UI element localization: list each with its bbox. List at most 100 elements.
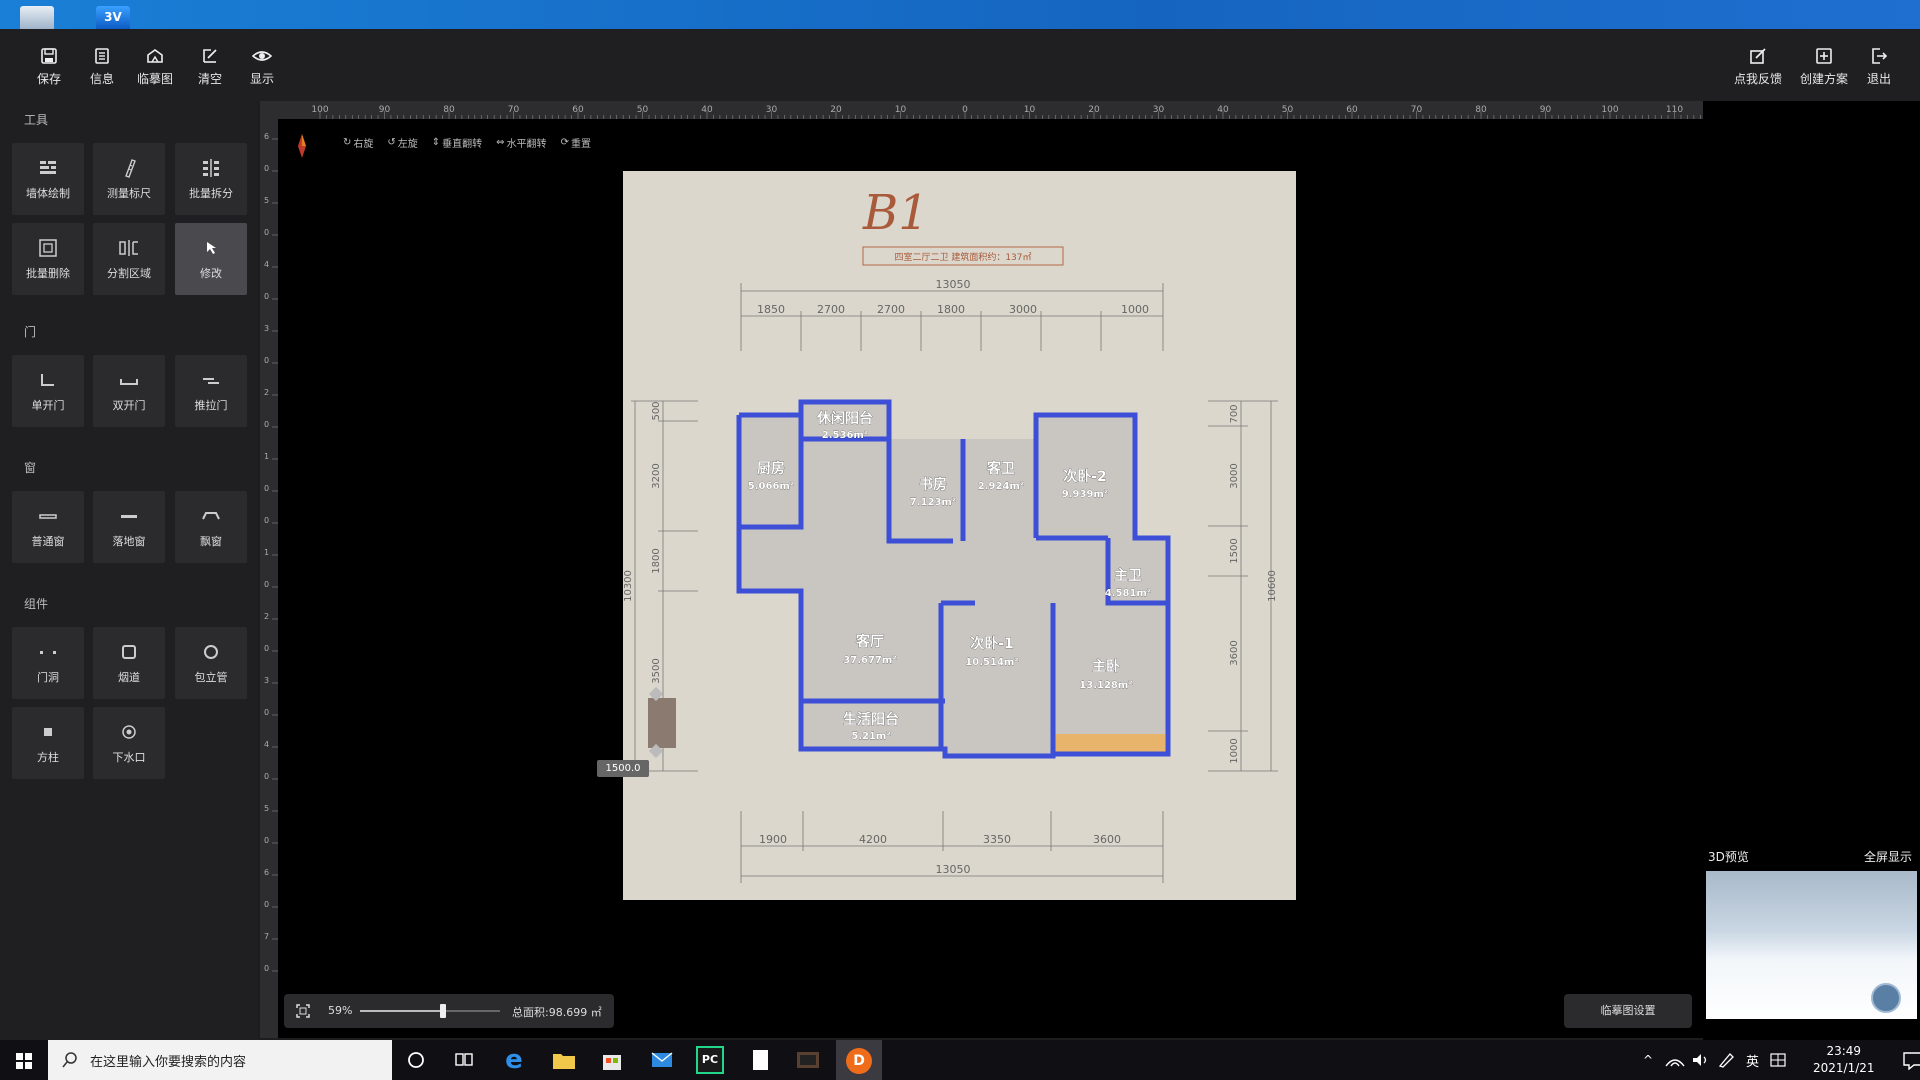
zoom-slider-thumb[interactable] (440, 1004, 446, 1018)
dim-top-3: 1800 (937, 303, 965, 316)
tool-sliding-door[interactable]: 推拉门 (175, 355, 247, 427)
taskbar-search-box[interactable]: 在这里输入你要搜索的内容 (48, 1040, 392, 1080)
recycle-bin-icon[interactable] (20, 6, 54, 29)
rotate-right-button[interactable]: ↻ 右旋 (343, 135, 373, 150)
rotate-right-icon: ↻ (343, 136, 352, 148)
ruler-v-label: 0 (264, 900, 269, 909)
notification-icon[interactable] (1901, 1050, 1920, 1070)
tool-modify[interactable]: 修改 (175, 223, 247, 295)
rotate-left-icon: ↺ (387, 136, 396, 148)
zoom-slider-fill (360, 1010, 443, 1012)
section-title-doors: 门 (24, 325, 37, 339)
room-area-bedroom-2: 9.939m² (1062, 489, 1108, 500)
tool-single-door[interactable]: 单开门 (12, 355, 84, 427)
keyboard-grid-icon[interactable] (1769, 1052, 1789, 1068)
exit-icon (1872, 48, 1888, 64)
tool-floor-drain[interactable]: 下水口 (93, 707, 165, 779)
chevron-up-icon[interactable]: ^ (1636, 1053, 1660, 1067)
exit-button[interactable]: 退出 (1854, 47, 1904, 97)
dim-bottom-3: 3600 (1093, 833, 1121, 846)
flip-horizontal-button[interactable]: ⇔ 水平翻转 (496, 135, 546, 150)
ruler-v-label: 7 (264, 932, 269, 941)
floorplan-drawing: B1 四室二厅二卫 建筑面积约：137㎡ 13050 1850 2700 270… (623, 185, 1278, 883)
clock-date: 2021/1/21 (1813, 1061, 1875, 1075)
section-title-tools: 工具 (24, 113, 49, 127)
orbit-control-icon[interactable] (1871, 983, 1901, 1013)
doorway-icon (40, 651, 56, 654)
tool-split-region[interactable]: 分割区域 (93, 223, 165, 295)
ime-indicator[interactable]: 英 (1746, 1051, 1759, 1070)
ruler-v-label: 3 (264, 676, 269, 685)
cursor-arrow-icon (207, 242, 216, 254)
room-area-leisure-balcony: 2.536m² (822, 430, 868, 441)
create-plan-button[interactable]: 创建方案 (1796, 47, 1852, 97)
room-area-service-balcony: 5.21m² (851, 731, 890, 742)
room-name-master-bath: 主卫 (1114, 567, 1142, 584)
reset-button[interactable]: ⟳ 重置 (561, 135, 591, 150)
tool-french-window[interactable]: 落地窗 (93, 491, 165, 563)
mail-icon[interactable] (648, 1046, 676, 1074)
dim-bottom-2: 3350 (983, 833, 1011, 846)
trace-image-settings-button[interactable]: 临摹图设置 (1564, 994, 1692, 1028)
3d-preview-viewport[interactable] (1706, 871, 1917, 1019)
tool-square-column[interactable]: 方柱 (12, 707, 84, 779)
create-plan-icon (1816, 48, 1832, 64)
pycharm-icon[interactable]: PC (696, 1046, 724, 1074)
tool-wall-draw[interactable]: 墙体绘制 (12, 143, 84, 215)
feedback-button[interactable]: 点我反馈 (1730, 47, 1786, 97)
tool-pipe-cover[interactable]: 包立管 (175, 627, 247, 699)
fullscreen-button[interactable]: 全屏显示 (1864, 848, 1912, 865)
measure-value-label[interactable]: 1500.0 (597, 760, 649, 777)
task-view-icon[interactable] (452, 1048, 476, 1072)
desktop-background: 3V (0, 0, 1920, 29)
cortana-icon[interactable] (404, 1048, 428, 1072)
zoom-slider-track[interactable] (360, 1004, 500, 1018)
rotate-left-button[interactable]: ↺ 左旋 (387, 135, 417, 150)
media-app-icon[interactable] (794, 1046, 822, 1074)
tool-batch-split[interactable]: 批量拆分 (175, 143, 247, 215)
network-icon[interactable] (1664, 1052, 1686, 1068)
tool-normal-window[interactable]: 普通窗 (12, 491, 84, 563)
notepad-icon[interactable] (746, 1046, 774, 1074)
trace-image-floorplan[interactable]: B1 四室二厅二卫 建筑面积约：137㎡ 13050 1850 2700 270… (623, 171, 1296, 900)
file-explorer-icon[interactable] (550, 1046, 578, 1074)
dim-right-2: 1500 (1229, 538, 1240, 563)
room-name-master-bedroom: 主卧 (1092, 658, 1120, 675)
volume-icon[interactable] (1690, 1052, 1712, 1068)
floor-drain-icon (122, 725, 136, 739)
edge-browser-icon[interactable]: e (500, 1046, 528, 1074)
room-area-kitchen: 5.066m² (748, 481, 794, 492)
ruler-v-label: 0 (264, 644, 269, 653)
clear-button[interactable]: 清空 (185, 47, 235, 97)
top-dimension-lines (740, 283, 1164, 351)
tool-batch-delete[interactable]: 批量删除 (12, 223, 84, 295)
ruler-v-label: 2 (264, 612, 269, 621)
vertical-ruler: 6 0 5 0 4 0 3 0 2 0 1 0 0 1 0 2 0 3 0 4 0 5 0 6 0 7 0 (260, 119, 278, 1038)
flip-vertical-button[interactable]: ⇕ 垂直翻转 (432, 135, 482, 150)
tool-flue[interactable]: 烟道 (93, 627, 165, 699)
windows-start-icon[interactable] (0, 1040, 48, 1080)
room-area-bedroom-1: 10.514m² (965, 657, 1018, 668)
system-tray: ^ 英 23:49 2021/1/21 (1636, 1040, 1920, 1080)
room-area-master-bedroom: 13.128m² (1079, 680, 1132, 691)
trace-image-button[interactable]: 临摹图 (130, 47, 180, 97)
tool-bay-window[interactable]: 飘窗 (175, 491, 247, 563)
measure-handle[interactable] (648, 698, 676, 748)
tool-measure-ruler[interactable]: 测量标尺 (93, 143, 165, 215)
clock[interactable]: 23:49 2021/1/21 (1813, 1043, 1875, 1077)
pen-icon[interactable] (1716, 1052, 1738, 1068)
fit-view-icon[interactable] (294, 1002, 312, 1020)
ruler-v-label: 5 (264, 196, 269, 205)
app-shortcut-icon[interactable]: 3V (96, 6, 130, 29)
double-door-icon (120, 379, 138, 385)
info-button[interactable]: 信息 (77, 47, 127, 97)
dim-right-0: 700 (1229, 404, 1240, 423)
save-button[interactable]: 保存 (24, 47, 74, 97)
store-icon[interactable] (598, 1046, 626, 1074)
bay-window-icon (202, 512, 220, 520)
active-app-taskbar-item[interactable]: D (836, 1040, 882, 1080)
tool-double-door[interactable]: 双开门 (93, 355, 165, 427)
display-button[interactable]: 显示 (237, 47, 287, 97)
tool-doorway[interactable]: 门洞 (12, 627, 84, 699)
dim-left-1: 3200 (651, 463, 662, 488)
